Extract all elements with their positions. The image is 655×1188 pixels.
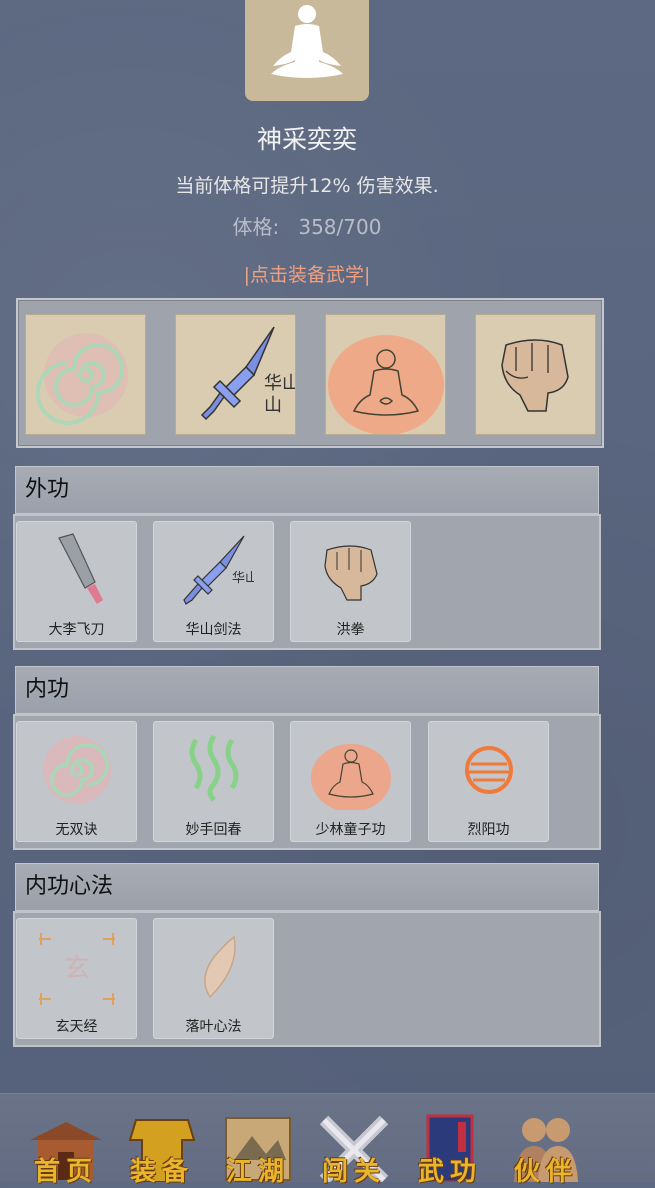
- svg-text:玄: 玄: [64, 954, 90, 984]
- meditation-icon: [328, 335, 444, 435]
- skill-label: 无双诀: [55, 822, 98, 838]
- equipped-slot-3[interactable]: [325, 314, 446, 435]
- equipped-slot-2[interactable]: 华山 山: [175, 314, 300, 435]
- skill-card[interactable]: 无双诀: [16, 721, 137, 842]
- equipped-panel: 华山 山: [16, 298, 604, 448]
- fist-icon: [501, 339, 569, 412]
- skill-card[interactable]: 妙手回春: [153, 721, 274, 842]
- nav-label: 江湖: [225, 1157, 290, 1187]
- sword-icon: 华山 山: [200, 326, 300, 421]
- nav-home[interactable]: 首页: [26, 1110, 106, 1187]
- spiral-icon: [43, 736, 111, 804]
- section-header-outer-kungfu: 外功: [15, 466, 599, 514]
- nav-jianghu[interactable]: 江湖: [218, 1110, 298, 1187]
- xuan-seal-icon: 玄: [39, 933, 115, 1005]
- spiral-icon: [36, 333, 128, 425]
- meditation-portrait: [245, 0, 369, 101]
- nav-label: 武功: [417, 1157, 482, 1187]
- skill-label: 妙手回春: [185, 822, 242, 838]
- nav-challenge[interactable]: 闯关: [314, 1110, 394, 1187]
- skill-card[interactable]: 大李飞刀: [16, 521, 137, 642]
- skill-card[interactable]: 少林童子功: [290, 721, 411, 842]
- skill-card[interactable]: 落叶心法: [153, 918, 274, 1039]
- skill-card[interactable]: 洪拳: [290, 521, 411, 642]
- equipped-slot-4[interactable]: [475, 314, 596, 435]
- green-waves-icon: [189, 734, 239, 802]
- bottom-nav: 首页 装备 江湖 闯关 武功 伙伴: [0, 1093, 655, 1187]
- leaf-icon: [204, 935, 236, 999]
- skill-card[interactable]: 烈阳功: [428, 721, 549, 842]
- nav-kungfu[interactable]: 武功: [410, 1110, 490, 1187]
- section-header-mental-method: 内功心法: [15, 863, 599, 911]
- buff-description: 当前体格可提升12% 伤害效果.: [175, 175, 439, 197]
- stat-line: 体格: 358/700: [0, 211, 614, 240]
- skill-label: 洪拳: [336, 622, 365, 638]
- equip-hint[interactable]: |点击装备武学|: [0, 260, 614, 287]
- section-body-mental-method: 玄 玄天经 落叶心法: [13, 911, 601, 1047]
- skill-label: 少林童子功: [315, 822, 386, 838]
- stat-label: 体格:: [232, 215, 280, 239]
- meditation-icon: [271, 5, 343, 78]
- svg-text:华山: 华山: [264, 373, 295, 394]
- skill-label: 落叶心法: [185, 1019, 242, 1035]
- equipped-slot-1[interactable]: [25, 314, 146, 435]
- skill-label: 烈阳功: [467, 822, 510, 838]
- fire-orb-icon: [465, 746, 513, 794]
- cleaver-icon: [58, 533, 103, 604]
- nav-companions[interactable]: 伙伴: [506, 1110, 586, 1187]
- nav-label: 闯关: [321, 1157, 386, 1187]
- skill-label: 华山剑法: [185, 622, 242, 638]
- skill-label: 大李飞刀: [48, 622, 105, 638]
- sword-icon: 华山: [183, 535, 254, 605]
- meditation-icon: [311, 744, 391, 810]
- svg-text:山: 山: [264, 395, 282, 416]
- nav-label: 装备: [129, 1157, 194, 1187]
- section-header-inner-kungfu: 内功: [15, 666, 599, 714]
- skill-label: 玄天经: [55, 1019, 98, 1035]
- section-body-inner-kungfu: 无双诀 妙手回春 少林童子功 烈阳功: [13, 714, 601, 850]
- skill-card[interactable]: 玄 玄天经: [16, 918, 137, 1039]
- nav-label: 首页: [33, 1157, 98, 1187]
- section-body-outer-kungfu: 大李飞刀 华山 华山剑法 洪拳: [13, 514, 601, 650]
- nav-label: 伙伴: [513, 1157, 578, 1187]
- nav-equipment[interactable]: 装备: [122, 1110, 202, 1187]
- stat-value: 358/700: [298, 215, 382, 239]
- fist-icon: [324, 545, 378, 601]
- skill-card[interactable]: 华山 华山剑法: [153, 521, 274, 642]
- buff-title: 神采奕奕: [256, 125, 357, 154]
- svg-text:华山: 华山: [232, 571, 254, 586]
